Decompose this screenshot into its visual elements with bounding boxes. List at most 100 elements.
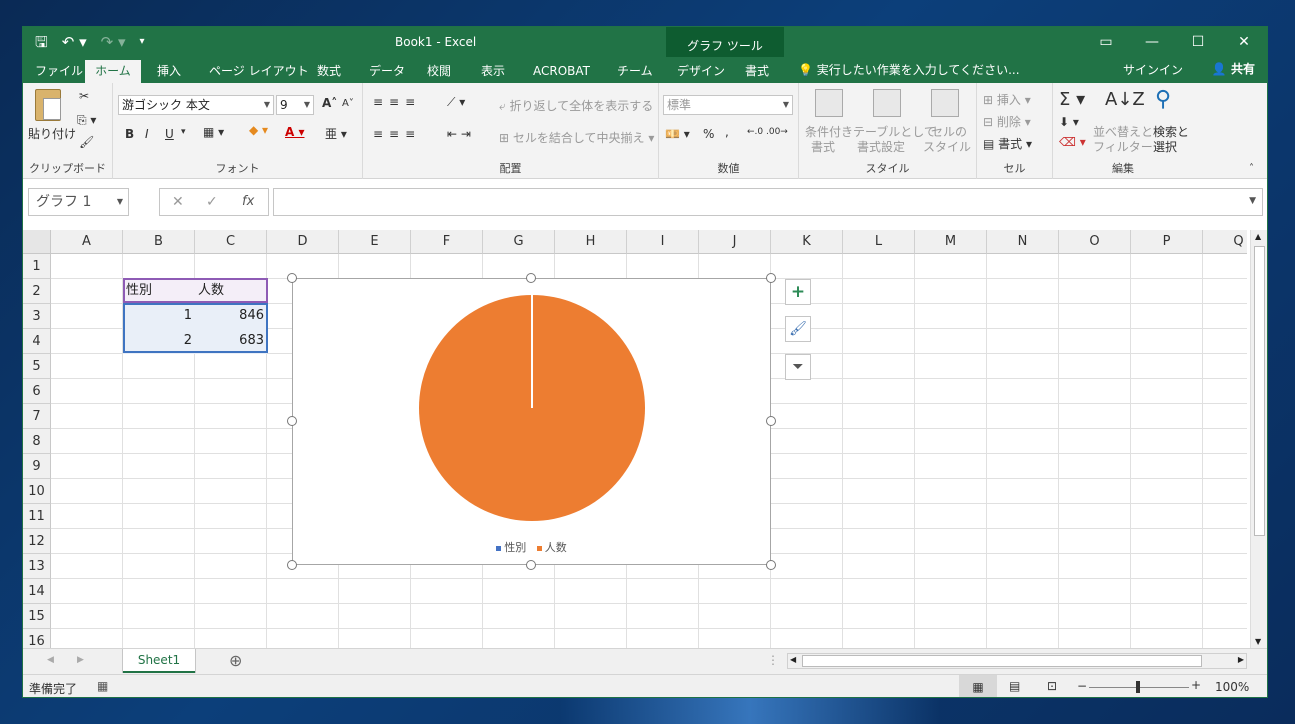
tab-format[interactable]: 書式 bbox=[737, 60, 777, 83]
vertical-align-icons[interactable]: ≡≡≡ bbox=[373, 95, 421, 109]
row-header[interactable]: 9 bbox=[23, 454, 51, 479]
zoom-out-icon[interactable]: − bbox=[1077, 679, 1087, 693]
scroll-up-icon[interactable]: ▲ bbox=[1255, 232, 1261, 241]
format-cells-button[interactable]: ▤ 書式 ▾ bbox=[983, 135, 1032, 152]
zoom-slider-knob[interactable] bbox=[1136, 681, 1140, 693]
row-header[interactable]: 7 bbox=[23, 404, 51, 429]
column-header[interactable]: P bbox=[1131, 230, 1203, 254]
orientation-icon[interactable]: ⟋ ▾ bbox=[447, 95, 465, 110]
delete-cells-button[interactable]: ⊟ 削除 ▾ bbox=[983, 113, 1031, 130]
page-layout-view-icon[interactable]: ▤ bbox=[1009, 679, 1020, 693]
macro-record-icon[interactable]: ▦ bbox=[97, 679, 108, 693]
underline-button[interactable]: U bbox=[165, 127, 174, 141]
chart-handle-ml[interactable] bbox=[287, 416, 297, 426]
insert-cells-button[interactable]: ⊞ 挿入 ▾ bbox=[983, 91, 1031, 108]
scroll-down-icon[interactable]: ▼ bbox=[1255, 637, 1261, 646]
column-header[interactable]: E bbox=[339, 230, 411, 254]
font-color-icon[interactable]: A ▾ bbox=[285, 125, 305, 139]
scroll-left-icon[interactable]: ◀ bbox=[790, 655, 796, 664]
undo-icon[interactable]: ↶ ▾ bbox=[62, 32, 87, 52]
chart-handle-bl[interactable] bbox=[287, 560, 297, 570]
vertical-scrollbar[interactable]: ▲ ▼ bbox=[1250, 230, 1267, 648]
row-header[interactable]: 5 bbox=[23, 354, 51, 379]
collapse-ribbon-icon[interactable]: ˄ bbox=[1249, 163, 1254, 174]
row-header[interactable]: 2 bbox=[23, 279, 51, 304]
tab-acrobat[interactable]: ACROBAT bbox=[525, 60, 598, 83]
tab-team[interactable]: チーム bbox=[609, 60, 661, 83]
chart-legend[interactable]: 性別 人数 bbox=[293, 539, 770, 555]
normal-view-icon[interactable]: ▦ bbox=[959, 675, 997, 697]
vertical-scroll-thumb[interactable] bbox=[1254, 246, 1265, 536]
paste-icon[interactable] bbox=[35, 89, 61, 121]
column-header[interactable]: H bbox=[555, 230, 627, 254]
tab-view[interactable]: 表示 bbox=[473, 60, 513, 83]
column-header[interactable]: A bbox=[51, 230, 123, 254]
indent-icons[interactable]: ⇤ ⇥ bbox=[447, 127, 471, 141]
sheet-tab-sheet1[interactable]: Sheet1 bbox=[123, 649, 195, 673]
row-header[interactable]: 8 bbox=[23, 429, 51, 454]
column-header[interactable]: J bbox=[699, 230, 771, 254]
number-format-select[interactable]: 標準 ▼ bbox=[663, 95, 793, 115]
horizontal-scroll-thumb[interactable] bbox=[802, 655, 1202, 667]
tab-home[interactable]: ホーム bbox=[85, 60, 141, 83]
column-header[interactable]: C bbox=[195, 230, 267, 254]
row-header[interactable]: 3 bbox=[23, 304, 51, 329]
share-button[interactable]: 👤 共有 bbox=[1212, 60, 1255, 77]
column-header[interactable]: O bbox=[1059, 230, 1131, 254]
row-header[interactable]: 13 bbox=[23, 554, 51, 579]
tab-formulas[interactable]: 数式 bbox=[309, 60, 349, 83]
wrap-text-button[interactable]: ⤶ 折り返して全体を表示する bbox=[499, 97, 653, 114]
cancel-icon[interactable]: ✕ bbox=[172, 194, 184, 210]
currency-icon[interactable]: 💴 ▾ bbox=[665, 127, 690, 141]
tab-data[interactable]: データ bbox=[361, 60, 413, 83]
chart-handle-bc[interactable] bbox=[526, 560, 536, 570]
fill-color-icon[interactable]: ◆ ▾ bbox=[249, 123, 268, 137]
row-header[interactable]: 15 bbox=[23, 604, 51, 629]
phonetic-icon[interactable]: 亜 ▾ bbox=[325, 125, 347, 142]
row-header[interactable]: 10 bbox=[23, 479, 51, 504]
sheet-nav-next-icon[interactable]: ▶ bbox=[77, 655, 84, 665]
sign-in-link[interactable]: サインイン bbox=[1123, 61, 1183, 78]
chart-handle-mr[interactable] bbox=[766, 416, 776, 426]
chart-handle-tl[interactable] bbox=[287, 273, 297, 283]
bold-button[interactable]: B bbox=[125, 127, 134, 141]
borders-icon[interactable]: ▦ ▾ bbox=[203, 125, 224, 139]
clear-icon[interactable]: ⌫ ▾ bbox=[1059, 135, 1086, 149]
chart-handle-br[interactable] bbox=[766, 560, 776, 570]
sheet-nav-prev-icon[interactable]: ◀ bbox=[47, 655, 54, 665]
shrink-font-button[interactable]: A˅ bbox=[342, 98, 354, 109]
row-header[interactable]: 6 bbox=[23, 379, 51, 404]
sort-filter-icon[interactable]: A↓Z bbox=[1105, 89, 1145, 110]
underline-dropdown-icon[interactable]: ▾ bbox=[181, 127, 186, 137]
zoom-in-icon[interactable]: + bbox=[1191, 678, 1201, 692]
row-header[interactable]: 1 bbox=[23, 254, 51, 279]
row-header[interactable]: 12 bbox=[23, 529, 51, 554]
conditional-format-icon[interactable] bbox=[815, 89, 843, 117]
copy-icon[interactable]: ⎘ ▾ bbox=[77, 113, 96, 128]
chart-filters-button[interactable]: ⏷ bbox=[785, 354, 811, 380]
column-header[interactable]: I bbox=[627, 230, 699, 254]
search-icon[interactable]: ⚲ bbox=[1155, 87, 1171, 112]
column-header[interactable]: L bbox=[843, 230, 915, 254]
decimal-icons[interactable]: ←.0 .00→ bbox=[747, 127, 788, 137]
chart-styles-button[interactable]: 🖌 bbox=[785, 316, 811, 342]
ribbon-display-icon[interactable]: ▭ bbox=[1083, 27, 1129, 57]
select-all-corner[interactable] bbox=[23, 230, 51, 254]
column-header[interactable]: D bbox=[267, 230, 339, 254]
chart-handle-tr[interactable] bbox=[766, 273, 776, 283]
scroll-right-icon[interactable]: ▶ bbox=[1238, 655, 1244, 664]
column-header[interactable]: N bbox=[987, 230, 1059, 254]
comma-button[interactable]: , bbox=[725, 125, 729, 139]
paste-button[interactable]: 貼り付け bbox=[28, 125, 76, 142]
chart-handle-tc[interactable] bbox=[526, 273, 536, 283]
maximize-icon[interactable]: ☐ bbox=[1175, 27, 1221, 57]
row-header[interactable]: 11 bbox=[23, 504, 51, 529]
horizontal-align-icons[interactable]: ≡≡≡ bbox=[373, 127, 421, 141]
tell-me-box[interactable]: 💡 実行したい作業を入力してください... bbox=[798, 61, 1020, 78]
pie-chart[interactable]: 性別 人数 bbox=[292, 278, 771, 565]
column-header[interactable]: B bbox=[123, 230, 195, 254]
percent-button[interactable]: % bbox=[703, 127, 714, 141]
cell-styles-icon[interactable] bbox=[931, 89, 959, 117]
format-as-table-icon[interactable] bbox=[873, 89, 901, 117]
font-size-select[interactable]: 9 ▼ bbox=[276, 95, 314, 115]
